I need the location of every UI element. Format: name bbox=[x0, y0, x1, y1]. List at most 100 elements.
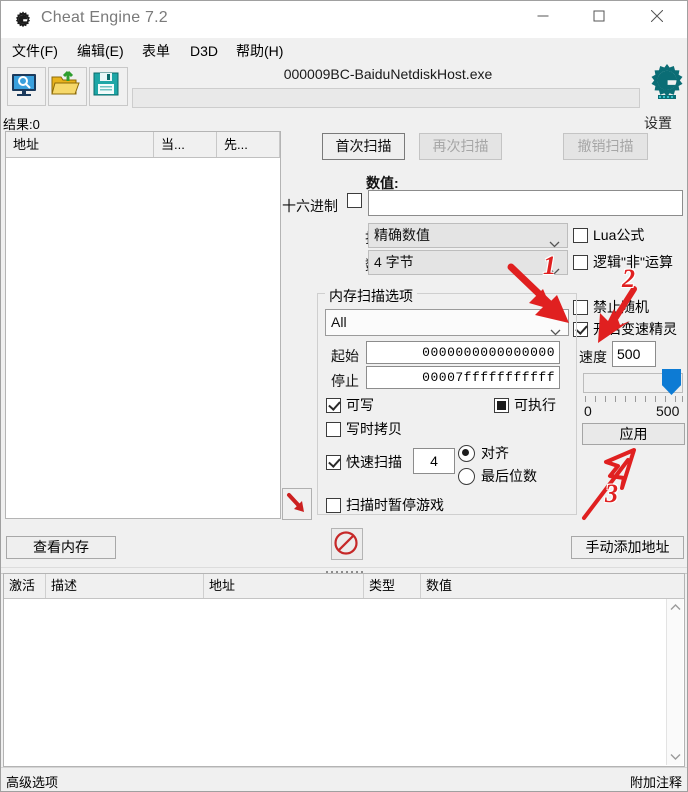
menu-file[interactable]: 文件(F) bbox=[7, 41, 63, 63]
fast-scan-value-input[interactable] bbox=[413, 448, 455, 474]
red-down-right-arrow-icon bbox=[287, 493, 304, 512]
close-button[interactable] bbox=[634, 1, 680, 31]
undo-scan-button[interactable]: 撤销扫描 bbox=[563, 133, 648, 160]
progress-bar bbox=[132, 88, 640, 108]
speed-slider-ticks bbox=[585, 396, 683, 403]
scan-value-input[interactable] bbox=[368, 190, 683, 216]
open-process-button[interactable] bbox=[7, 67, 46, 106]
pause-game-box bbox=[326, 497, 341, 513]
process-title: 000009BC-BaiduNetdiskHost.exe bbox=[283, 66, 493, 82]
save-table-button[interactable] bbox=[89, 67, 128, 106]
toolbar: 000009BC-BaiduNetdiskHost.exe bbox=[1, 64, 687, 112]
start-address-label: 起始 bbox=[331, 348, 359, 364]
cheat-table[interactable]: 激活 描述 地址 类型 数值 bbox=[3, 573, 685, 767]
addr-col-active[interactable]: 激活 bbox=[4, 574, 46, 598]
executable-label: 可执行 bbox=[514, 397, 556, 413]
last-digits-label: 最后位数 bbox=[481, 468, 537, 484]
alignment-label: 对齐 bbox=[481, 445, 509, 461]
writable-checkbox[interactable]: 可写 bbox=[326, 395, 374, 415]
scan-type-combo[interactable]: 精确数值 bbox=[368, 223, 568, 248]
results-col-current[interactable]: 当... bbox=[154, 132, 217, 157]
alignment-radio-dot bbox=[458, 444, 475, 462]
executable-checkbox[interactable]: 可执行 bbox=[494, 395, 556, 415]
floppy-save-icon bbox=[93, 72, 119, 96]
stop-address-input[interactable] bbox=[366, 366, 560, 389]
stop-forbidden-icon bbox=[334, 531, 358, 555]
cheat-table-scrollbar[interactable] bbox=[666, 599, 683, 765]
copy-on-write-label: 写时拷贝 bbox=[346, 421, 402, 437]
extra-notes-button[interactable]: 附加注释 bbox=[630, 772, 682, 791]
folder-open-icon bbox=[51, 70, 80, 95]
menu-edit[interactable]: 编辑(E) bbox=[72, 41, 129, 63]
enable-speedhack-checkbox[interactable]: 开启变速精灵 bbox=[573, 319, 677, 339]
scan-type-value: 精确数值 bbox=[374, 227, 430, 243]
fast-scan-box bbox=[326, 454, 341, 470]
writable-label: 可写 bbox=[346, 397, 374, 413]
app-logo-icon bbox=[13, 10, 33, 30]
view-memory-button[interactable]: 查看内存 bbox=[6, 536, 116, 559]
results-col-previous[interactable]: 先... bbox=[217, 132, 280, 157]
add-address-manually-button[interactable]: 手动添加地址 bbox=[571, 536, 684, 559]
value-type-combo[interactable]: 4 字节 bbox=[368, 250, 568, 275]
minimize-button[interactable] bbox=[520, 1, 566, 31]
hex-checkbox[interactable] bbox=[347, 193, 362, 208]
cheat-engine-window: Cheat Engine 7.2 文件(F) 编辑(E) 表单 D3D 帮助(H… bbox=[0, 0, 688, 792]
chevron-down-icon bbox=[549, 259, 560, 282]
scan-results-list[interactable]: 地址 当... 先... bbox=[5, 131, 281, 519]
monitor-magnifier-icon bbox=[12, 74, 36, 96]
menu-bar: 文件(F) 编辑(E) 表单 D3D 帮助(H) bbox=[1, 39, 687, 63]
scroll-up-icon[interactable] bbox=[667, 599, 684, 616]
window-title: Cheat Engine 7.2 bbox=[41, 9, 168, 26]
copy-on-write-box bbox=[326, 421, 341, 437]
scan-results-header: 地址 当... 先... bbox=[6, 132, 280, 158]
menu-d3d[interactable]: D3D bbox=[185, 41, 223, 63]
hex-checkbox-box bbox=[347, 193, 362, 208]
not-operation-box bbox=[573, 254, 588, 270]
next-scan-button[interactable]: 再次扫描 bbox=[419, 133, 502, 160]
settings-label[interactable]: 设置 bbox=[644, 113, 672, 133]
speed-input[interactable] bbox=[612, 341, 656, 367]
stop-scan-button[interactable] bbox=[331, 528, 363, 560]
first-scan-button[interactable]: 首次扫描 bbox=[322, 133, 405, 160]
menu-table[interactable]: 表单 bbox=[137, 41, 175, 63]
last-digits-radio-dot bbox=[458, 467, 475, 485]
apply-speed-button[interactable]: 应用 bbox=[582, 423, 685, 445]
annotation-arrow-3 bbox=[582, 448, 636, 520]
maximize-button[interactable] bbox=[576, 1, 622, 31]
load-table-button[interactable] bbox=[48, 67, 87, 106]
speed-label: 速度 bbox=[579, 349, 607, 365]
annotation-number-3: 3 bbox=[605, 479, 618, 508]
add-address-button[interactable] bbox=[282, 488, 312, 520]
addr-col-address[interactable]: 地址 bbox=[204, 574, 364, 598]
fast-scan-checkbox[interactable]: 快速扫描 bbox=[326, 452, 402, 472]
status-bar: 高级选项 附加注释 bbox=[1, 767, 687, 791]
hex-label: 十六进制 bbox=[282, 198, 338, 214]
fast-scan-label: 快速扫描 bbox=[346, 454, 402, 470]
lua-formula-checkbox[interactable]: Lua公式 bbox=[573, 225, 644, 245]
copy-on-write-checkbox[interactable]: 写时拷贝 bbox=[326, 419, 402, 439]
executable-box bbox=[494, 397, 509, 413]
ce-settings-logo-icon[interactable] bbox=[646, 63, 687, 105]
title-bar: Cheat Engine 7.2 bbox=[1, 1, 687, 38]
pause-game-checkbox[interactable]: 扫描时暂停游戏 bbox=[326, 495, 444, 515]
addr-col-value[interactable]: 数值 bbox=[421, 574, 684, 598]
lua-formula-box bbox=[573, 227, 588, 243]
value-type-value: 4 字节 bbox=[374, 254, 414, 270]
enable-speedhack-label: 开启变速精灵 bbox=[593, 321, 677, 337]
memory-region-value: All bbox=[331, 314, 347, 330]
not-operation-checkbox[interactable]: 逻辑"非"运算 bbox=[573, 252, 673, 272]
scroll-down-icon[interactable] bbox=[667, 748, 684, 765]
advanced-options-button[interactable]: 高级选项 bbox=[6, 772, 58, 791]
memscan-options-title: 内存扫描选项 bbox=[325, 286, 417, 306]
not-operation-label: 逻辑"非"运算 bbox=[593, 254, 673, 270]
no-random-checkbox[interactable]: 禁止随机 bbox=[573, 297, 649, 317]
alignment-radio[interactable]: 对齐 bbox=[458, 443, 509, 463]
start-address-input[interactable] bbox=[366, 341, 560, 364]
last-digits-radio[interactable]: 最后位数 bbox=[458, 466, 537, 486]
memory-region-combo[interactable]: All bbox=[325, 309, 569, 336]
results-col-address[interactable]: 地址 bbox=[6, 132, 154, 157]
menu-help[interactable]: 帮助(H) bbox=[231, 41, 288, 63]
addr-col-description[interactable]: 描述 bbox=[46, 574, 204, 598]
writable-box bbox=[326, 397, 341, 413]
addr-col-type[interactable]: 类型 bbox=[364, 574, 421, 598]
